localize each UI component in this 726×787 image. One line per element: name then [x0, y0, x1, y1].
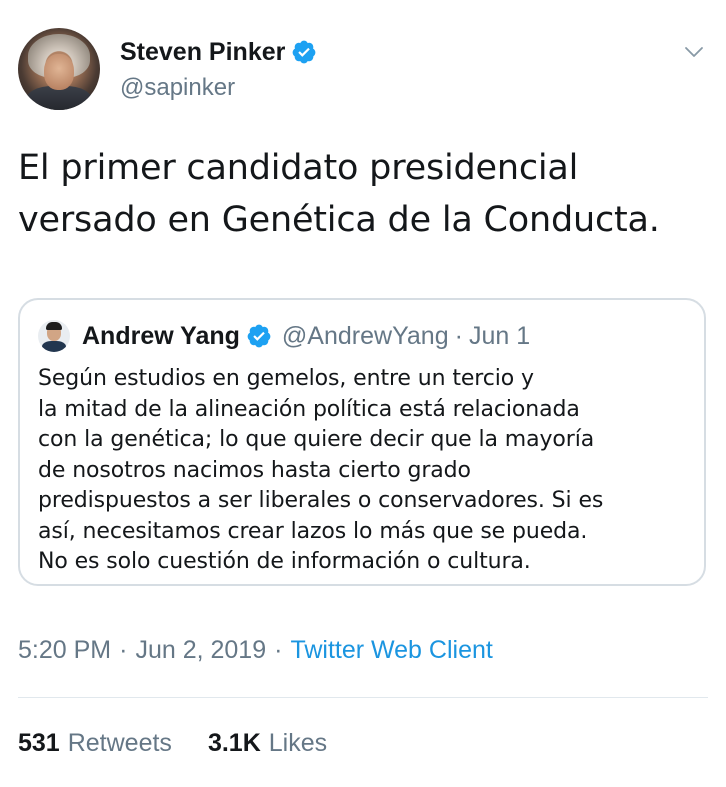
tweet-line: El primer candidato presidencial [18, 148, 579, 188]
tweet-client-link[interactable]: Twitter Web Client [290, 636, 492, 665]
quoted-tweet-header: Andrew Yang @AndrewYang · Jun 1 [38, 318, 530, 354]
retweets-label: Retweets [67, 729, 172, 757]
retweets-count: 531 [18, 729, 60, 757]
quoted-tweet-card[interactable]: Andrew Yang @AndrewYang · Jun 1 Según es… [18, 298, 706, 586]
tweet-header: Steven Pinker @sapinker [18, 28, 708, 112]
quoted-tweet-date: Jun 1 [468, 321, 531, 350]
separator-dot: · [119, 636, 128, 664]
tweet-metadata: 5:20 PM · Jun 2, 2019 · Twitter Web Clie… [18, 636, 493, 665]
author-handle[interactable]: @sapinker [120, 74, 235, 102]
tweet-line: versado en Genética de la Conducta. [18, 200, 660, 240]
retweets-stat[interactable]: 531 Retweets [18, 729, 172, 758]
quoted-line: No es solo cuestión de información o cul… [38, 549, 531, 574]
quoted-author-name: Andrew Yang [82, 321, 240, 350]
quoted-line: Según estudios en gemelos, entre un terc… [38, 366, 534, 391]
tweet-text: El primer candidato presidencial versado … [18, 142, 718, 246]
quoted-author-avatar [38, 320, 70, 352]
tweet-time[interactable]: 5:20 PM [18, 636, 111, 665]
quoted-line: así, necesitamos crear lazos lo más que … [38, 518, 588, 544]
likes-stat[interactable]: 3.1K Likes [208, 729, 327, 758]
quoted-line: con la genética; lo que quiere decir que… [38, 427, 595, 452]
separator-dot: · [274, 636, 283, 664]
divider [18, 697, 708, 698]
quoted-line: la mitad de la alineación política está … [38, 396, 580, 422]
verified-badge-icon [292, 40, 316, 64]
likes-count: 3.1K [207, 729, 261, 757]
author-display-name[interactable]: Steven Pinker [120, 38, 285, 67]
quoted-tweet-text: Según estudios en gemelos, entre un terc… [38, 364, 698, 578]
tweet-date[interactable]: Jun 2, 2019 [135, 636, 266, 665]
likes-label: Likes [268, 729, 328, 757]
verified-badge-icon [247, 324, 271, 348]
quoted-line: de nosotros nacimos hasta cierto grado [38, 457, 471, 483]
chevron-down-icon[interactable] [682, 40, 706, 64]
quoted-line: predispuestos a ser liberales o conserva… [38, 488, 604, 513]
author-avatar[interactable] [18, 28, 100, 110]
quoted-author-handle: @AndrewYang [281, 321, 449, 350]
tweet-stats: 531 Retweets 3.1K Likes [18, 729, 363, 758]
separator-dot: · [454, 321, 463, 350]
author-name-row: Steven Pinker [120, 36, 317, 68]
